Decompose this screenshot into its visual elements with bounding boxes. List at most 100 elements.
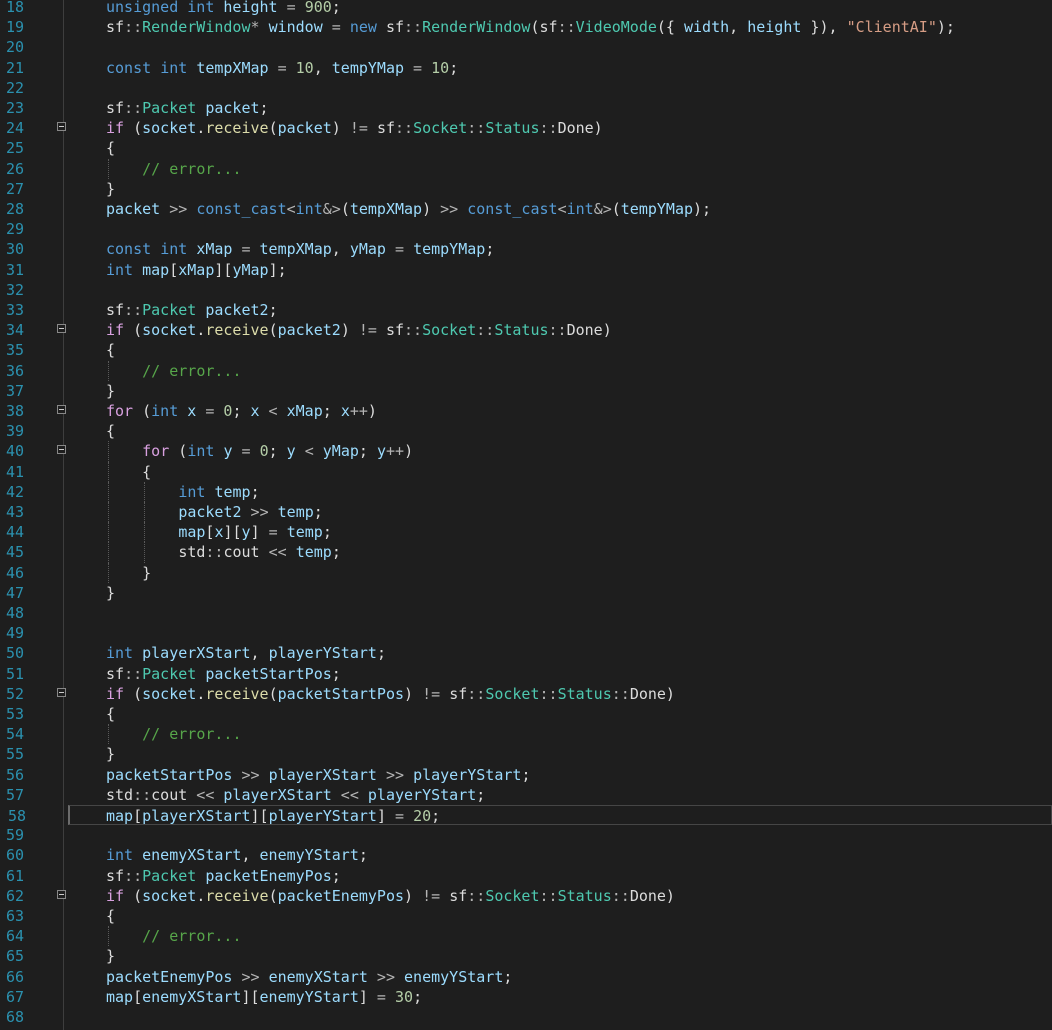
code-text[interactable]: } (106, 179, 115, 199)
code-text[interactable]: // error... (106, 926, 241, 946)
code-text[interactable]: { (106, 340, 115, 360)
code-line[interactable]: 57 std::cout << playerXStart << playerYSt… (0, 785, 1052, 805)
code-line[interactable]: 47} (0, 583, 1052, 603)
code-line[interactable]: 41 { (0, 461, 1052, 482)
code-editor[interactable]: 18 unsigned int height = 900; 19 sf::Render… (0, 0, 1052, 1030)
code-line[interactable]: 46} (0, 562, 1052, 583)
code-text[interactable]: unsigned int height = 900; (106, 0, 341, 17)
collapse-region-icon[interactable] (57, 445, 66, 455)
code-text[interactable]: int temp; (106, 482, 259, 502)
code-text[interactable]: { (106, 462, 151, 482)
code-line[interactable]: 18 unsigned int height = 900; (0, 0, 1052, 17)
code-line[interactable]: 52 if (socket.receive(packetStartPos) != … (0, 684, 1052, 704)
code-line[interactable]: 26 // error... (0, 158, 1052, 179)
collapse-region-icon[interactable] (57, 405, 66, 414)
code-text[interactable]: packetEnemyPos >> enemyXStart >> enemyYS… (106, 967, 512, 987)
code-line[interactable]: 30 const int xMap = tempXMap, yMap = temp… (0, 239, 1052, 259)
code-text[interactable]: } (106, 563, 151, 583)
code-text[interactable]: { (106, 704, 115, 724)
code-text[interactable]: } (106, 946, 115, 966)
code-text[interactable]: if (socket.receive(packet2) != sf::Socke… (106, 320, 612, 340)
code-line[interactable]: 65} (0, 946, 1052, 966)
code-text[interactable]: sf::RenderWindow* window = new sf::Rende… (106, 17, 955, 37)
code-text[interactable]: { (106, 906, 115, 926)
code-line[interactable]: 53 { (0, 704, 1052, 724)
code-text[interactable]: packet >> const_cast<int&>(tempXMap) >> … (106, 199, 711, 219)
code-line[interactable]: 59 (0, 825, 1052, 845)
code-line[interactable]: 68 (0, 1007, 1052, 1027)
current-code-line[interactable]: 58 map[playerXStart][playerYStart] = 20; (8, 805, 1052, 826)
code-line[interactable]: 33 sf::Packet packet2; (0, 300, 1052, 320)
code-line[interactable]: 25 { (0, 138, 1052, 158)
code-text[interactable]: std::cout << temp; (106, 542, 341, 562)
code-text[interactable]: int playerXStart, playerYStart; (106, 643, 386, 663)
code-line[interactable]: 22 (0, 78, 1052, 98)
code-line[interactable]: 62 if (socket.receive(packetEnemyPos) != … (0, 886, 1052, 906)
code-text[interactable]: for (int y = 0; y < yMap; y++) (106, 441, 413, 461)
collapse-region-icon[interactable] (57, 889, 66, 899)
code-line[interactable]: 28 packet >> const_cast<int&>(tempXMap) >… (0, 199, 1052, 219)
code-text[interactable]: sf::Packet packetStartPos; (106, 664, 341, 684)
code-text[interactable]: packet2 >> temp; (106, 502, 323, 522)
code-text[interactable]: const int xMap = tempXMap, yMap = tempYM… (106, 239, 494, 259)
code-line[interactable]: 63 { (0, 906, 1052, 926)
code-line[interactable]: 67 map[enemyXStart][enemyYStart] = 30; (0, 987, 1052, 1007)
code-line[interactable]: 20 (0, 37, 1052, 57)
collapse-region-icon[interactable] (57, 122, 66, 132)
code-text[interactable]: sf::Packet packet2; (106, 300, 278, 320)
code-line[interactable]: 38 for (int x = 0; x < xMap; x++) (0, 401, 1052, 421)
code-text[interactable]: } (106, 583, 115, 603)
code-text[interactable]: std::cout << playerXStart << playerYStar… (106, 785, 485, 805)
code-line[interactable]: 64 // error... (0, 926, 1052, 947)
code-text[interactable]: } (106, 381, 115, 401)
code-line[interactable]: 50 int playerXStart, playerYStart; (0, 643, 1052, 663)
code-text[interactable]: map[playerXStart][playerYStart] = 20; (106, 806, 440, 826)
code-line[interactable]: 19 sf::RenderWindow* window = new sf::Ren… (0, 17, 1052, 37)
code-text[interactable]: { (106, 421, 115, 441)
code-text[interactable]: sf::Packet packetEnemyPos; (106, 866, 341, 886)
code-text[interactable]: const int tempXMap = 10, tempYMap = 10; (106, 58, 458, 78)
code-text[interactable]: } (106, 744, 115, 764)
collapse-region-icon[interactable] (57, 324, 66, 334)
code-text[interactable]: map[x][y] = temp; (106, 522, 332, 542)
code-line[interactable]: 40 for (int y = 0; y < yMap; y++) (0, 441, 1052, 462)
code-line[interactable]: 34 if (socket.receive(packet2) != sf::Soc… (0, 320, 1052, 340)
code-text[interactable]: map[enemyXStart][enemyYStart] = 30; (106, 987, 422, 1007)
code-line[interactable]: 42 int temp; (0, 481, 1052, 502)
code-line[interactable]: 36 // error... (0, 360, 1052, 381)
code-line[interactable]: 61 sf::Packet packetEnemyPos; (0, 866, 1052, 886)
code-line[interactable]: 23 sf::Packet packet; (0, 98, 1052, 118)
code-line[interactable]: 66 packetEnemyPos >> enemyXStart >> enemy… (0, 967, 1052, 987)
collapse-region-icon[interactable] (57, 687, 66, 697)
code-text[interactable]: { (106, 138, 115, 158)
code-text[interactable]: if (socket.receive(packetStartPos) != sf… (106, 684, 675, 704)
code-line[interactable]: 27} (0, 179, 1052, 199)
code-line[interactable]: 49 (0, 623, 1052, 643)
code-line[interactable]: 54 // error... (0, 724, 1052, 745)
code-text[interactable]: sf::Packet packet; (106, 98, 269, 118)
code-line[interactable]: 56 packetStartPos >> playerXStart >> play… (0, 765, 1052, 785)
code-text[interactable]: // error... (106, 724, 241, 744)
code-line[interactable]: 29 (0, 219, 1052, 239)
code-text[interactable]: int enemyXStart, enemyYStart; (106, 845, 368, 865)
code-text[interactable]: // error... (106, 361, 241, 381)
code-text[interactable]: if (socket.receive(packetEnemyPos) != sf… (106, 886, 675, 906)
code-text[interactable]: int map[xMap][yMap]; (106, 260, 287, 280)
code-line[interactable]: 44 map[x][y] = temp; (0, 522, 1052, 543)
code-line[interactable]: 51 sf::Packet packetStartPos; (0, 664, 1052, 684)
code-line[interactable]: 35 { (0, 340, 1052, 360)
code-line[interactable]: 37} (0, 381, 1052, 401)
code-text[interactable]: // error... (106, 159, 241, 179)
code-text[interactable]: packetStartPos >> playerXStart >> player… (106, 765, 530, 785)
code-line[interactable]: 24 if (socket.receive(packet) != sf::Sock… (0, 118, 1052, 138)
code-line[interactable]: 55} (0, 744, 1052, 764)
code-text[interactable]: for (int x = 0; x < xMap; x++) (106, 401, 377, 421)
code-text[interactable]: if (socket.receive(packet) != sf::Socket… (106, 118, 603, 138)
code-line[interactable]: 60 int enemyXStart, enemyYStart; (0, 845, 1052, 865)
code-line[interactable]: 32 (0, 280, 1052, 300)
code-line[interactable]: 21 const int tempXMap = 10, tempYMap = 10… (0, 58, 1052, 78)
code-line[interactable]: 39 { (0, 421, 1052, 441)
code-line[interactable]: 48 (0, 603, 1052, 623)
code-line[interactable]: 31 int map[xMap][yMap]; (0, 260, 1052, 280)
code-line[interactable]: 45 std::cout << temp; (0, 542, 1052, 563)
